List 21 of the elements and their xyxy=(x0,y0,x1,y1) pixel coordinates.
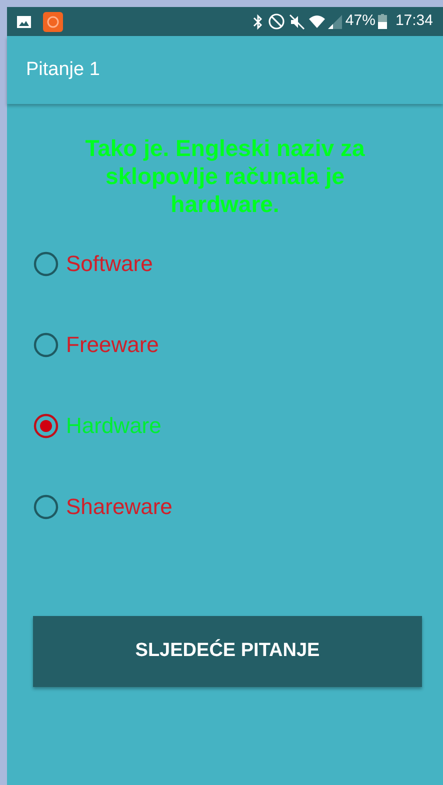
radio-button[interactable] xyxy=(33,332,59,358)
signal-icon xyxy=(328,14,342,28)
blocked-icon xyxy=(268,13,286,30)
bluetooth-icon xyxy=(253,14,264,30)
option-label: Freeware xyxy=(66,331,159,359)
muted-speaker-icon xyxy=(289,14,306,30)
radio-button[interactable] xyxy=(33,412,59,438)
clock: 17:34 xyxy=(395,11,433,32)
battery-percent: 47% xyxy=(345,11,376,32)
battery-icon xyxy=(378,14,388,29)
image-icon xyxy=(17,16,31,28)
wifi-icon xyxy=(309,15,326,28)
screen-title: Pitanje 1 xyxy=(26,58,100,82)
next-question-button[interactable]: SLJEDEĆE PITANJE xyxy=(33,616,422,687)
option-label: Shareware xyxy=(66,493,172,521)
option-label: Software xyxy=(66,250,153,278)
feedback-message: Tako je. Engleski naziv za sklopovlje računala je hardware. xyxy=(84,134,366,218)
radio-button[interactable] xyxy=(33,494,59,520)
app-icon xyxy=(43,12,63,32)
option-label: Hardware xyxy=(66,412,162,440)
radio-button[interactable] xyxy=(33,250,59,276)
